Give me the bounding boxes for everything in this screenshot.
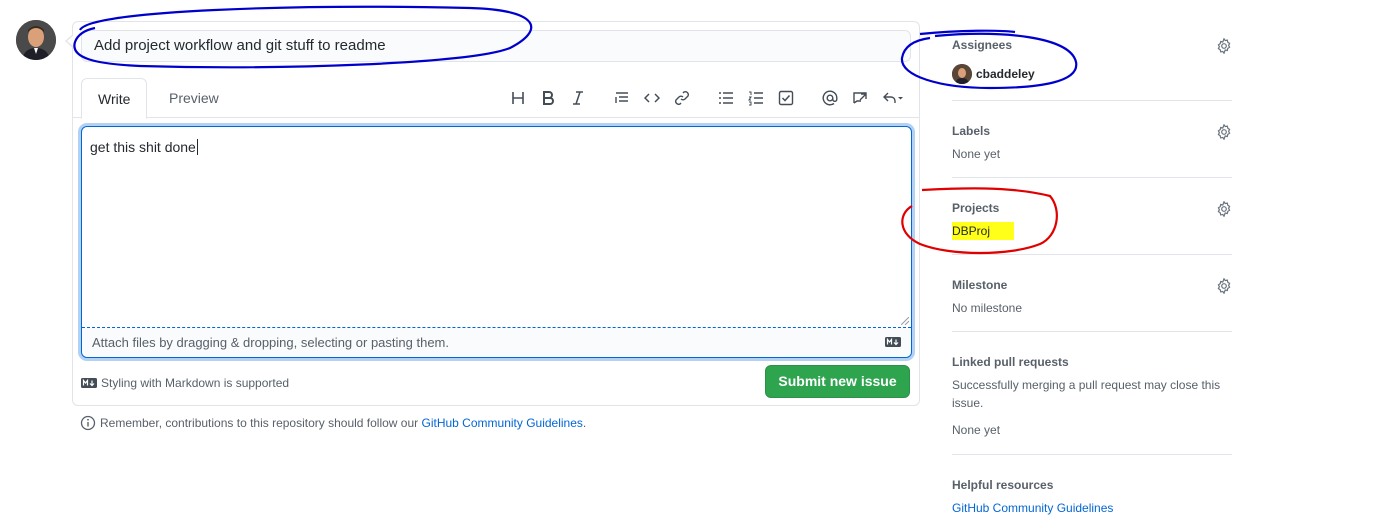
italic-icon[interactable] xyxy=(566,86,590,110)
comment-body-textarea[interactable]: get this shit done Attach files by dragg… xyxy=(81,126,912,358)
bulleted-list-icon[interactable] xyxy=(714,86,738,110)
numbered-list-icon[interactable] xyxy=(744,86,768,110)
projects-value[interactable]: DBProj xyxy=(952,222,1015,240)
assignees-heading[interactable]: Assignees xyxy=(952,38,1012,52)
sidebar-helpful-resources: Helpful resources GitHub Community Guide… xyxy=(952,470,1232,515)
projects-heading[interactable]: Projects xyxy=(952,201,999,215)
new-issue-form: Add project workflow and git stuff to re… xyxy=(65,21,920,406)
community-guidelines-link[interactable]: GitHub Community Guidelines xyxy=(422,416,583,430)
attach-files-hint: Attach files by dragging & dropping, sel… xyxy=(92,335,449,350)
linked-prs-heading: Linked pull requests xyxy=(952,355,1069,369)
milestone-value: No milestone xyxy=(952,301,1023,315)
helpful-guidelines-link[interactable]: GitHub Community Guidelines xyxy=(952,501,1113,515)
issue-title-input[interactable]: Add project workflow and git stuff to re… xyxy=(81,30,911,62)
cross-reference-icon[interactable] xyxy=(848,86,872,110)
assignee-avatar xyxy=(952,64,972,84)
sidebar-assignees: Assignees cbaddeley xyxy=(952,30,1232,101)
gear-icon[interactable] xyxy=(1216,278,1232,294)
mention-icon[interactable] xyxy=(818,86,842,110)
markdown-icon xyxy=(885,337,901,347)
task-list-icon[interactable] xyxy=(774,86,798,110)
milestone-heading[interactable]: Milestone xyxy=(952,278,1007,292)
gear-icon[interactable] xyxy=(1216,38,1232,54)
author-avatar[interactable] xyxy=(16,20,56,60)
markdown-toolbar xyxy=(503,86,911,110)
markdown-support-link[interactable]: Styling with Markdown is supported xyxy=(101,376,289,390)
submit-new-issue-button[interactable]: Submit new issue xyxy=(765,365,910,398)
quote-icon[interactable] xyxy=(610,86,634,110)
info-icon xyxy=(80,415,96,431)
gear-icon[interactable] xyxy=(1216,124,1232,140)
avatar-image xyxy=(16,20,56,60)
bold-icon[interactable] xyxy=(536,86,560,110)
project-name: DBProj xyxy=(952,222,1015,240)
markdown-icon xyxy=(81,378,97,388)
tab-preview[interactable]: Preview xyxy=(153,78,235,119)
contribution-reminder: Remember, contributions to this reposito… xyxy=(80,415,586,431)
gear-icon[interactable] xyxy=(1216,201,1232,217)
comment-body-text: get this shit done xyxy=(90,139,198,155)
reminder-text: Remember, contributions to this reposito… xyxy=(100,416,419,430)
helpful-resources-heading: Helpful resources xyxy=(952,478,1054,492)
resize-handle-icon[interactable] xyxy=(901,317,909,325)
labels-heading[interactable]: Labels xyxy=(952,124,990,138)
assignee-username: cbaddeley xyxy=(976,67,1035,81)
reminder-suffix: . xyxy=(582,416,587,430)
heading-icon[interactable] xyxy=(506,86,530,110)
sidebar-milestone: Milestone No milestone xyxy=(952,270,1232,332)
sidebar-linked-prs: Linked pull requests Successfully mergin… xyxy=(952,347,1232,455)
markdown-support-note: Styling with Markdown is supported xyxy=(81,376,289,390)
assignee-item[interactable]: cbaddeley xyxy=(952,64,1035,84)
linked-prs-value: None yet xyxy=(952,423,1001,437)
editor-tabs: Write Preview xyxy=(73,78,919,119)
attach-files-zone[interactable]: Attach files by dragging & dropping, sel… xyxy=(82,327,911,357)
code-icon[interactable] xyxy=(640,86,664,110)
linked-prs-description: Successfully merging a pull request may … xyxy=(952,378,1221,410)
link-icon[interactable] xyxy=(670,86,694,110)
tab-write[interactable]: Write xyxy=(81,78,148,119)
sidebar-labels: Labels None yet xyxy=(952,116,1232,178)
labels-value: None yet xyxy=(952,147,1001,161)
sidebar-projects: Projects DBProj xyxy=(952,193,1232,255)
reply-dropdown-icon[interactable] xyxy=(878,86,908,110)
